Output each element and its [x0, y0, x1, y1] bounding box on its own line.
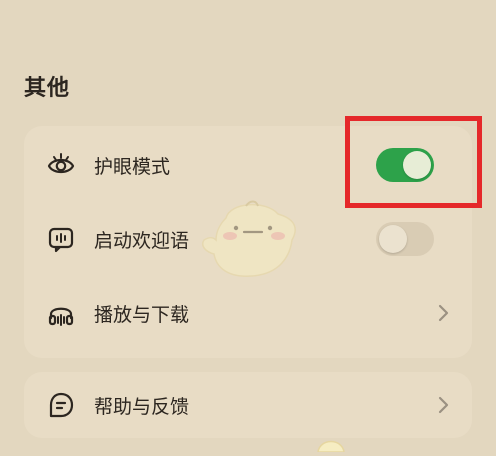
chat-mic-icon — [46, 224, 76, 254]
toggle-knob — [379, 225, 407, 253]
setting-label-eye-protection: 护眼模式 — [94, 155, 171, 178]
setting-row-playback-download[interactable]: 播放与下载 — [24, 274, 472, 352]
setting-label-help-feedback: 帮助与反馈 — [94, 395, 190, 418]
section-title: 其他 — [24, 76, 71, 101]
highlight-annotation-box — [345, 116, 482, 208]
startup-greeting-toggle[interactable] — [376, 222, 434, 256]
eye-icon — [46, 150, 76, 180]
chevron-right-icon — [436, 303, 450, 323]
mascot-watermark — [196, 196, 308, 284]
help-card: 帮助与反馈 — [24, 372, 472, 438]
headphones-icon — [46, 298, 76, 328]
setting-label-playback-download: 播放与下载 — [94, 303, 190, 326]
setting-label-startup-greeting: 启动欢迎语 — [94, 229, 190, 252]
chevron-right-icon — [436, 395, 450, 415]
feedback-icon — [46, 390, 76, 420]
mascot-peek — [314, 432, 348, 453]
setting-row-help-feedback[interactable]: 帮助与反馈 — [24, 366, 472, 444]
